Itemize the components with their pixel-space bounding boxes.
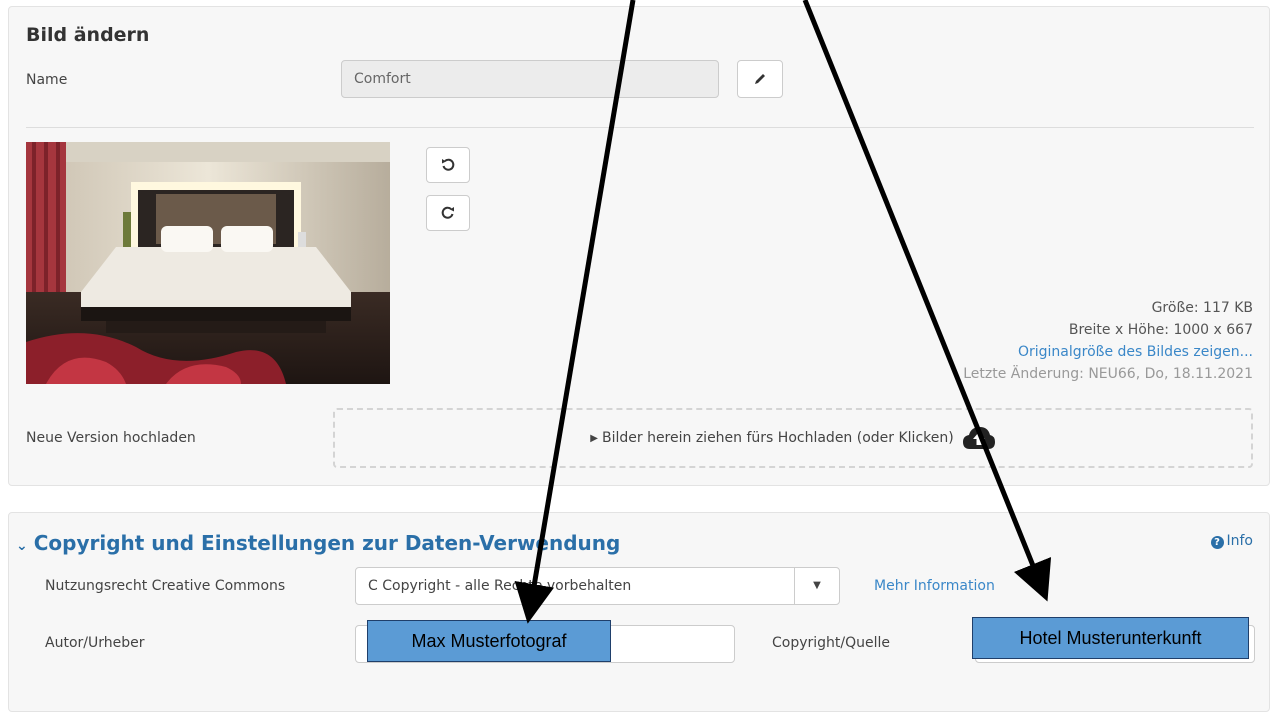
author-label: Autor/Urheber xyxy=(45,635,145,651)
license-selected-value: C Copyright - alle Rechte vorbehalten xyxy=(368,578,632,594)
copyright-section-toggle[interactable]: ⌄ Copyright und Einstellungen zur Daten-V… xyxy=(16,531,620,555)
info-label: Info xyxy=(1226,533,1254,549)
author-callout: Max Musterfotograf xyxy=(367,620,611,662)
image-dimensions: Breite x Höhe: 1000 x 667 xyxy=(1068,322,1253,338)
info-link[interactable]: ? Info xyxy=(1210,533,1254,549)
rotate-right-icon xyxy=(441,206,454,219)
cloud-upload-icon xyxy=(962,427,995,449)
rotate-left-icon xyxy=(442,158,455,171)
caret-down-icon[interactable]: ▼ xyxy=(794,568,839,604)
question-circle-icon: ? xyxy=(1210,536,1224,549)
original-size-link[interactable]: Originalgröße des Bildes zeigen... xyxy=(1018,344,1253,360)
room-photo xyxy=(26,142,390,384)
divider xyxy=(26,127,1254,128)
pencil-icon xyxy=(755,74,765,84)
image-size: Größe: 117 KB xyxy=(1151,300,1253,316)
chevron-down-icon: ⌄ xyxy=(16,538,28,554)
edit-name-button[interactable] xyxy=(737,60,783,98)
name-label: Name xyxy=(26,72,68,88)
last-change: Letzte Änderung: NEU66, Do, 18.11.2021 xyxy=(963,366,1253,382)
source-label: Copyright/Quelle xyxy=(772,635,891,651)
license-label: Nutzungsrecht Creative Commons xyxy=(45,578,286,594)
rotate-right-button[interactable] xyxy=(426,195,470,231)
name-input[interactable]: Comfort xyxy=(341,60,719,98)
more-information-link[interactable]: Mehr Information xyxy=(874,578,995,594)
copyright-section-title: Copyright und Einstellungen zur Daten-Ve… xyxy=(33,531,621,555)
rotate-left-button[interactable] xyxy=(426,147,470,183)
upload-label: Neue Version hochladen xyxy=(26,430,196,446)
license-select[interactable]: C Copyright - alle Rechte vorbehalten ▼ xyxy=(355,567,840,605)
dropzone-text: Bilder herein ziehen fürs Hochladen (ode… xyxy=(601,430,954,446)
upload-dropzone[interactable]: ▶ Bilder herein ziehen fürs Hochladen (o… xyxy=(333,408,1253,468)
panel-title: Bild ändern xyxy=(26,24,150,46)
source-callout: Hotel Musterunterkunft xyxy=(972,617,1249,659)
caret-right-icon: ▶ xyxy=(590,432,598,444)
